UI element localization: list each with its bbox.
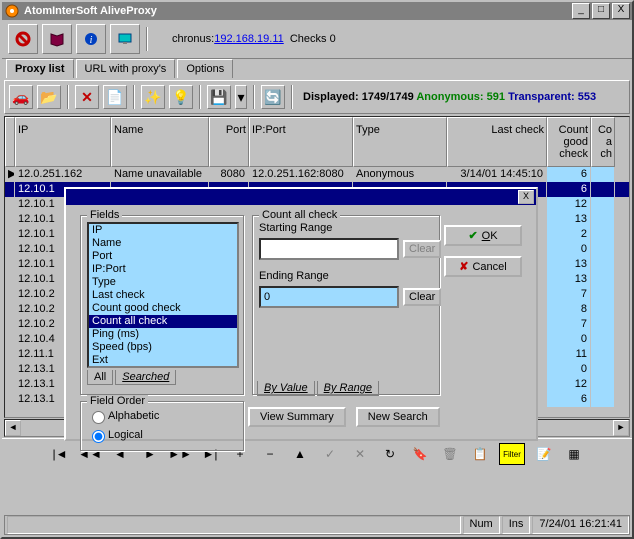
maximize-button[interactable]: □: [592, 3, 610, 19]
status-ins: Ins: [502, 516, 531, 534]
cancel-button[interactable]: ✘ Cancel: [444, 256, 522, 277]
info-icon[interactable]: i: [76, 24, 106, 54]
list-item[interactable]: Speed (bps): [89, 341, 237, 354]
server-link[interactable]: 192.168.19.11: [214, 33, 284, 45]
ending-range-label: Ending Range: [259, 270, 433, 282]
radio-logical[interactable]: Logical: [87, 427, 143, 443]
view-summary-button[interactable]: View Summary: [248, 407, 346, 427]
check-green-icon: ✔: [468, 229, 477, 242]
new-search-button[interactable]: New Search: [356, 407, 440, 427]
dialog-titlebar: X: [66, 189, 536, 205]
grid-icon[interactable]: ▦: [563, 445, 585, 463]
clear-end-button[interactable]: Clear: [403, 288, 441, 306]
car-icon[interactable]: 🚗: [9, 85, 33, 109]
svg-text:i: i: [90, 35, 93, 46]
col-all[interactable]: Coach: [591, 117, 615, 167]
col-last[interactable]: Last check: [447, 117, 547, 167]
tab-proxy-list[interactable]: Proxy list: [6, 59, 74, 78]
save-dropdown-icon[interactable]: ▾: [235, 85, 247, 109]
grid-header: IP Name Port IP:Port Type Last check Cou…: [5, 117, 629, 167]
scroll-left-icon[interactable]: ◄: [5, 420, 21, 436]
app-icon: [4, 3, 20, 19]
status-bar: Num Ins 7/24/01 16:21:41: [4, 515, 630, 535]
save-icon[interactable]: 💾: [207, 85, 231, 109]
list-item[interactable]: Port: [89, 250, 237, 263]
tab-searched[interactable]: Searched: [115, 370, 176, 385]
tab-by-value[interactable]: By Value: [257, 381, 315, 396]
minimize-button[interactable]: _: [572, 3, 590, 19]
bulb-icon[interactable]: 💡: [169, 85, 193, 109]
count-all-check-group: Count all check Starting Range Clear End…: [252, 215, 440, 395]
toolbar-separator: [146, 27, 148, 51]
list-item[interactable]: Type: [89, 276, 237, 289]
search-dialog: X Fields IPNamePortIP:PortTypeLast check…: [64, 187, 538, 441]
monitor-icon[interactable]: [110, 24, 140, 54]
list-item[interactable]: Ping (ms): [89, 328, 237, 341]
page-icon[interactable]: 📄: [103, 85, 127, 109]
fields-listbox[interactable]: IPNamePortIP:PortTypeLast checkCount goo…: [87, 222, 239, 368]
fields-label: Fields: [87, 209, 122, 221]
dialog-close-icon[interactable]: X: [518, 190, 534, 204]
starting-range-input[interactable]: [259, 238, 399, 260]
scroll-right-icon[interactable]: ►: [613, 420, 629, 436]
notes-icon[interactable]: 📝: [533, 445, 555, 463]
list-item[interactable]: Ext: [89, 354, 237, 367]
col-port[interactable]: Port: [209, 117, 249, 167]
open-icon[interactable]: 📂: [37, 85, 61, 109]
list-item[interactable]: Count good check: [89, 302, 237, 315]
title-bar: AtomInterSoft AliveProxy _ □ X: [2, 2, 632, 20]
field-order-group: Field Order Alphabetic Logical: [80, 401, 244, 451]
col-good[interactable]: Count good check: [547, 117, 591, 167]
tab-all[interactable]: All: [87, 370, 113, 385]
status-time: 7/24/01 16:21:41: [532, 516, 629, 534]
display-status: Displayed: 1749/1749 Anonymous: 591 Tran…: [303, 91, 596, 103]
col-ipport[interactable]: IP:Port: [249, 117, 353, 167]
ok-button[interactable]: ✔ OK: [444, 225, 522, 246]
list-item[interactable]: IP:Port: [89, 263, 237, 276]
table-row[interactable]: ▶12.0.251.162Name unavailable808012.0.25…: [5, 167, 629, 182]
list-item[interactable]: IP: [89, 224, 237, 237]
tab-options[interactable]: Options: [177, 59, 233, 78]
col-type[interactable]: Type: [353, 117, 447, 167]
list-item[interactable]: Name: [89, 237, 237, 250]
main-toolbar: i chronus:192.168.19.11 Checks 0: [2, 20, 632, 59]
tab-by-range[interactable]: By Range: [317, 381, 379, 396]
status-num: Num: [463, 516, 500, 534]
stop-icon[interactable]: [8, 24, 38, 54]
fields-group: Fields IPNamePortIP:PortTypeLast checkCo…: [80, 215, 244, 395]
clear-start-button[interactable]: Clear: [403, 240, 441, 258]
radio-alphabetic[interactable]: Alphabetic: [87, 408, 159, 424]
book-icon[interactable]: [42, 24, 72, 54]
field-order-label: Field Order: [87, 395, 148, 407]
refresh-icon[interactable]: 🔄: [261, 85, 285, 109]
edit-toolbar: 🚗 📂 ✕ 📄 ✨ 💡 💾 ▾ 🔄 Displayed: 1749/1749 A…: [4, 80, 630, 114]
wand-icon[interactable]: ✨: [141, 85, 165, 109]
list-item[interactable]: Last check: [89, 289, 237, 302]
window-title: AtomInterSoft AliveProxy: [24, 5, 570, 17]
tab-url-with-proxys[interactable]: URL with proxy's: [76, 59, 176, 78]
cross-red-icon: ✘: [459, 260, 468, 273]
delete-icon[interactable]: ✕: [75, 85, 99, 109]
count-all-check-label: Count all check: [259, 209, 340, 221]
list-item[interactable]: Count all check: [89, 315, 237, 328]
main-tabs: Proxy list URL with proxy's Options: [2, 59, 632, 78]
ending-range-input[interactable]: [259, 286, 399, 308]
col-name[interactable]: Name: [111, 117, 209, 167]
close-button[interactable]: X: [612, 3, 630, 19]
starting-range-label: Starting Range: [259, 222, 433, 234]
server-status: chronus:192.168.19.11 Checks 0: [172, 33, 336, 45]
col-ip[interactable]: IP: [15, 117, 111, 167]
